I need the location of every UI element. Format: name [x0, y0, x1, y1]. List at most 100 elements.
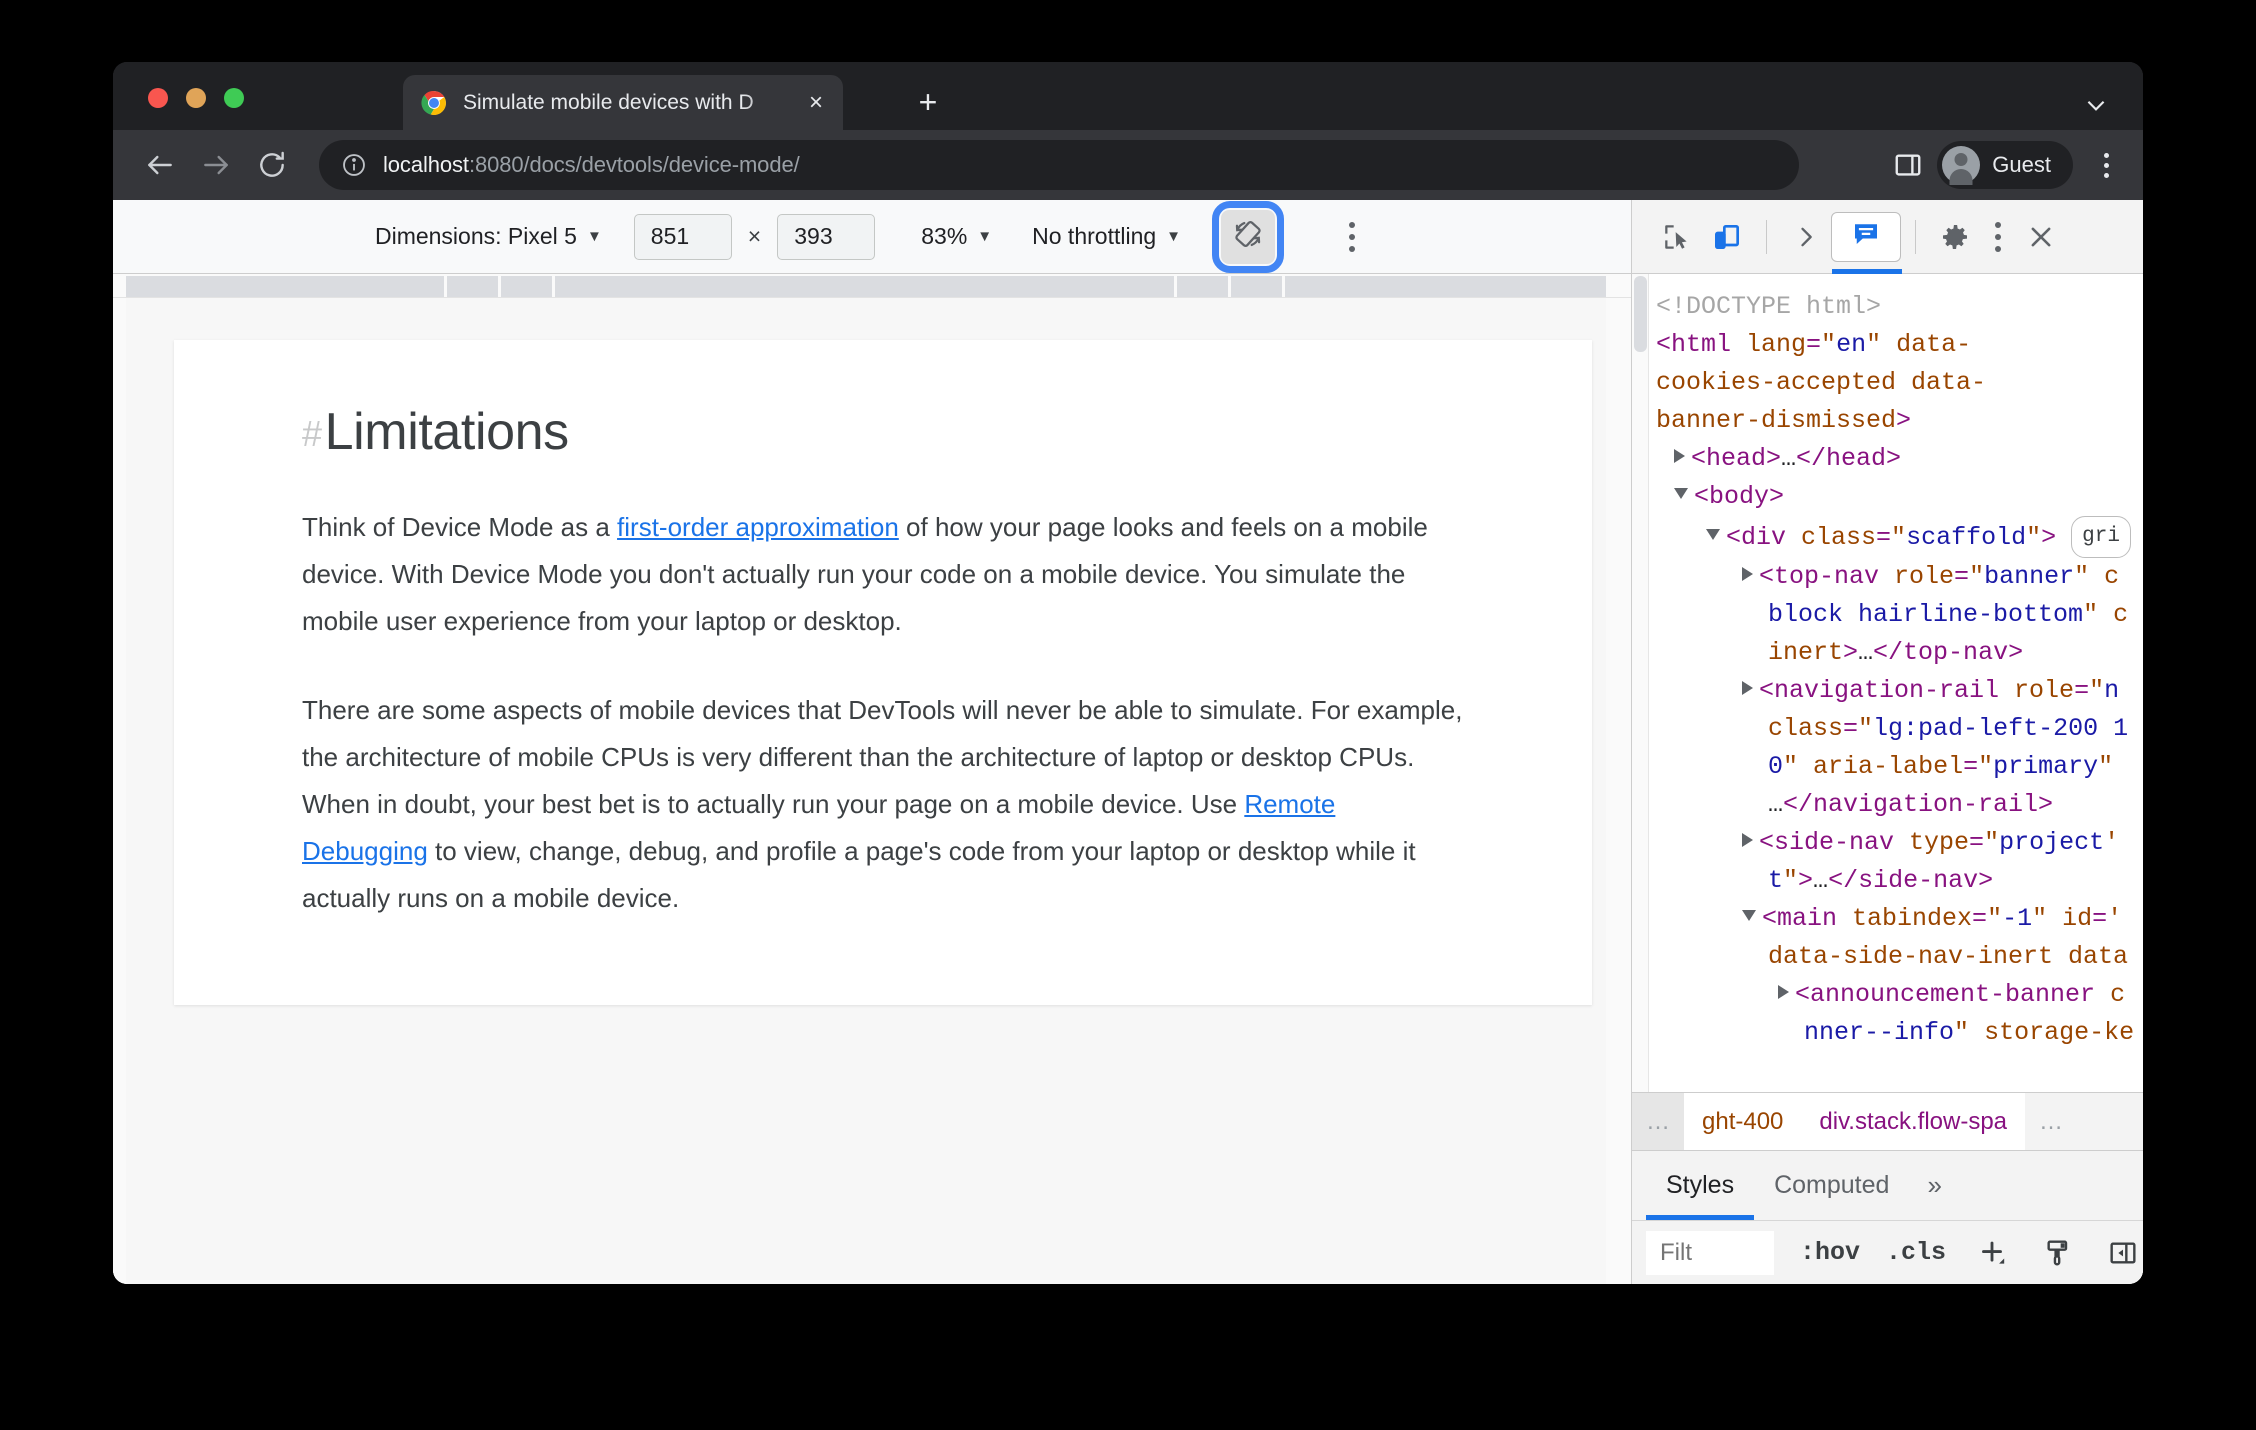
dom-tree-scrollbar[interactable] — [1632, 274, 1649, 1092]
dom-line-text: <!DOCTYPE html> — [1656, 292, 1882, 321]
more-tabs-icon[interactable]: » — [1909, 1151, 1959, 1220]
dom-line[interactable]: <announcement-banner c — [1656, 976, 2143, 1014]
address-bar[interactable]: localhost:8080/docs/devtools/device-mode… — [319, 140, 1799, 190]
rotate-icon — [1231, 217, 1265, 256]
collapse-triangle-icon[interactable] — [1674, 488, 1688, 499]
dom-line[interactable]: <html lang="en" data- — [1656, 326, 2143, 364]
reload-icon[interactable] — [255, 148, 289, 182]
expand-triangle-icon[interactable] — [1742, 567, 1753, 581]
breadcrumb-left-ellipsis[interactable]: … — [1632, 1093, 1684, 1150]
dom-line[interactable]: <head>…</head> — [1656, 440, 2143, 478]
dom-line[interactable]: inert>…</top-nav> — [1656, 634, 2143, 672]
expand-triangle-icon[interactable] — [1674, 449, 1685, 463]
device-mode-more-options-icon[interactable] — [1335, 215, 1369, 259]
back-icon[interactable] — [143, 148, 177, 182]
viewport-width-input[interactable] — [633, 213, 732, 260]
browser-tab[interactable]: Simulate mobile devices with D × — [403, 75, 843, 130]
toolbar-divider — [1766, 219, 1767, 254]
device-dimensions-dropdown[interactable]: Dimensions: Pixel 5 ▼ — [375, 223, 602, 250]
window-minimize-button[interactable] — [186, 88, 206, 108]
tab-close-icon[interactable]: × — [803, 89, 829, 116]
new-style-rule-icon[interactable] — [1972, 1233, 2012, 1273]
page-title: #Limitations — [302, 402, 1592, 462]
settings-gear-icon[interactable] — [1930, 212, 1980, 262]
throttling-dropdown[interactable]: No throttling ▼ — [1032, 223, 1181, 250]
tab-elements[interactable] — [1831, 211, 1902, 274]
device-mode-toolbar: Dimensions: Pixel 5 ▼ × 83% ▼ No throttl… — [113, 200, 1631, 274]
computed-styles-sidebar-icon[interactable] — [2038, 1233, 2078, 1273]
dom-line[interactable]: <side-nav type="project' — [1656, 824, 2143, 862]
browser-menu-icon[interactable] — [2089, 148, 2123, 182]
breadcrumb-parent[interactable]: ght-400 — [1684, 1093, 1802, 1150]
dom-line[interactable]: data-side-nav-inert data — [1656, 938, 2143, 976]
zoom-value: 83% — [921, 223, 968, 249]
chrome-favicon-icon — [421, 90, 447, 116]
viewport-height-input[interactable] — [777, 213, 876, 260]
device-mode-pane: Dimensions: Pixel 5 ▼ × 83% ▼ No throttl… — [113, 200, 1631, 1284]
paragraph-2-after: to view, change, debug, and profile a pa… — [302, 836, 1416, 913]
side-panel-icon[interactable] — [1893, 150, 1923, 180]
active-tab-underline — [1832, 268, 1902, 274]
dom-tree[interactable]: <!DOCTYPE html> <html lang="en" data- co… — [1632, 274, 2143, 1092]
elements-panel-icon — [1851, 219, 1881, 254]
close-devtools-icon[interactable] — [2016, 212, 2066, 262]
tab-computed[interactable]: Computed — [1754, 1151, 1909, 1220]
url-host: localhost — [383, 152, 469, 177]
dom-line[interactable]: cookies-accepted data- — [1656, 364, 2143, 402]
cls-toggle[interactable]: .cls — [1886, 1238, 1946, 1267]
sidebar-tabbar: Styles Computed » — [1632, 1150, 2143, 1220]
toggle-sidebar-icon[interactable] — [2103, 1233, 2143, 1273]
expand-triangle-icon[interactable] — [1742, 833, 1753, 847]
chevron-down-icon: ▼ — [1166, 228, 1182, 245]
collapse-triangle-icon[interactable] — [1742, 910, 1756, 921]
zoom-dropdown[interactable]: 83% ▼ — [921, 223, 992, 250]
dom-line[interactable]: block hairline-bottom" c — [1656, 596, 2143, 634]
device-dimensions-label: Dimensions: Pixel 5 — [374, 223, 577, 249]
more-tabs-chevron-icon[interactable] — [1781, 212, 1831, 262]
chevron-down-icon[interactable] — [2083, 92, 2109, 118]
first-order-approximation-link[interactable]: first-order approximation — [617, 512, 899, 542]
expand-triangle-icon[interactable] — [1742, 681, 1753, 695]
address-bar-url: localhost:8080/docs/devtools/device-mode… — [383, 152, 800, 178]
rotate-button[interactable] — [1221, 209, 1276, 264]
styles-filter-input[interactable] — [1646, 1230, 1774, 1275]
dom-line[interactable]: <top-nav role="banner" c — [1656, 558, 2143, 596]
browser-toolbar-right: Guest — [1893, 141, 2143, 189]
window-maximize-button[interactable] — [224, 88, 244, 108]
devtools-more-options-icon[interactable] — [1980, 214, 2016, 260]
breadcrumb-right-ellipsis[interactable]: … — [2025, 1108, 2077, 1136]
dom-line[interactable]: …</navigation-rail> — [1656, 786, 2143, 824]
profile-name: Guest — [1992, 152, 2051, 177]
dom-line[interactable]: <body> — [1656, 478, 2143, 516]
toggle-device-toolbar-icon[interactable] — [1702, 212, 1752, 262]
forward-icon[interactable] — [199, 148, 233, 182]
dom-line[interactable]: nner--info" storage-ke — [1656, 1014, 2143, 1052]
expand-triangle-icon[interactable] — [1778, 985, 1789, 999]
ruler-track — [126, 276, 1606, 297]
dom-line[interactable]: <!DOCTYPE html> — [1656, 288, 2143, 326]
dom-line[interactable]: t">…</side-nav> — [1656, 862, 2143, 900]
inspect-element-icon[interactable] — [1652, 212, 1702, 262]
tab-styles[interactable]: Styles — [1646, 1151, 1755, 1220]
devtools-toolbar — [1632, 200, 2143, 274]
styles-toolbar: :hov .cls — [1632, 1220, 2143, 1284]
dimensions-multiply-sign: × — [747, 223, 762, 249]
profile-chip[interactable]: Guest — [1937, 141, 2073, 189]
hov-toggle[interactable]: :hov — [1800, 1238, 1860, 1267]
grid-badge[interactable]: gri — [2071, 516, 2131, 558]
breadcrumb-selected[interactable]: div.stack.flow-spa — [1801, 1093, 2026, 1150]
dom-line[interactable]: <main tabindex="-1" id=' — [1656, 900, 2143, 938]
emulated-viewport[interactable]: #Limitations Think of Device Mode as a f… — [126, 298, 1606, 1284]
window-close-button[interactable] — [148, 88, 168, 108]
dom-line[interactable]: class="lg:pad-left-200 1 — [1656, 710, 2143, 748]
dom-line[interactable]: banner-dismissed> — [1656, 402, 2143, 440]
dom-line[interactable]: <navigation-rail role="n — [1656, 672, 2143, 710]
dom-line[interactable]: 0" aria-label="primary" — [1656, 748, 2143, 786]
browser-content-area: Dimensions: Pixel 5 ▼ × 83% ▼ No throttl… — [113, 200, 2143, 1284]
chevron-down-icon: ▼ — [977, 228, 993, 245]
rotate-button-wrapper — [1212, 200, 1285, 273]
dom-line[interactable]: <div class="scaffold"> gri — [1656, 516, 2143, 558]
new-tab-button[interactable]: + — [913, 86, 943, 118]
site-info-icon[interactable] — [341, 152, 367, 178]
collapse-triangle-icon[interactable] — [1706, 529, 1720, 540]
